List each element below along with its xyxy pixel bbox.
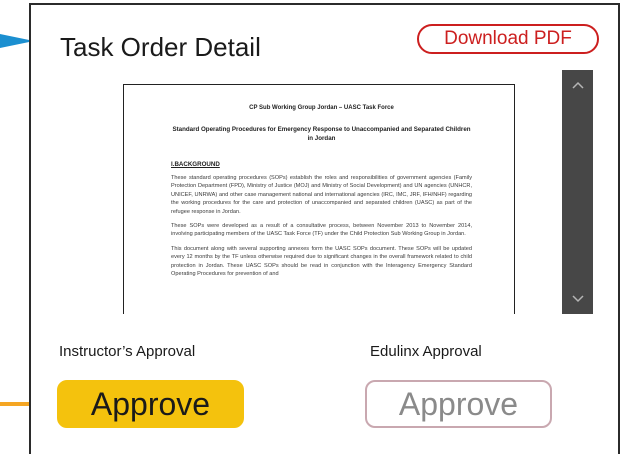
page-title: Task Order Detail (60, 32, 261, 62)
viewer-scrollbar[interactable] (562, 70, 593, 314)
chevron-up-icon[interactable] (562, 72, 593, 96)
document-paragraph: These standard operating procedures (SOP… (171, 175, 472, 215)
document-paragraph: These SOPs were developed as a result of… (171, 223, 472, 238)
document-title: Standard Operating Procedures for Emerge… (172, 126, 471, 142)
edulinx-approve-button[interactable]: Approve (365, 380, 552, 428)
instructor-approval-label: Instructor’s Approval (59, 343, 196, 360)
task-order-screen: Task Order Detail Download PDF CP Sub Wo… (0, 0, 630, 454)
document-page: CP Sub Working Group Jordan – UASC Task … (123, 84, 515, 314)
document-header: CP Sub Working Group Jordan – UASC Task … (249, 105, 394, 111)
instructor-approve-button[interactable]: Approve (57, 380, 244, 428)
edulinx-approval-label: Edulinx Approval (370, 343, 482, 360)
chevron-down-icon[interactable] (562, 286, 593, 310)
pdf-viewer[interactable]: CP Sub Working Group Jordan – UASC Task … (66, 70, 593, 314)
document-section-heading: I.BACKGROUND (171, 161, 220, 168)
document-paragraph: This document along with several support… (171, 245, 472, 278)
download-pdf-button[interactable]: Download PDF (417, 24, 599, 54)
